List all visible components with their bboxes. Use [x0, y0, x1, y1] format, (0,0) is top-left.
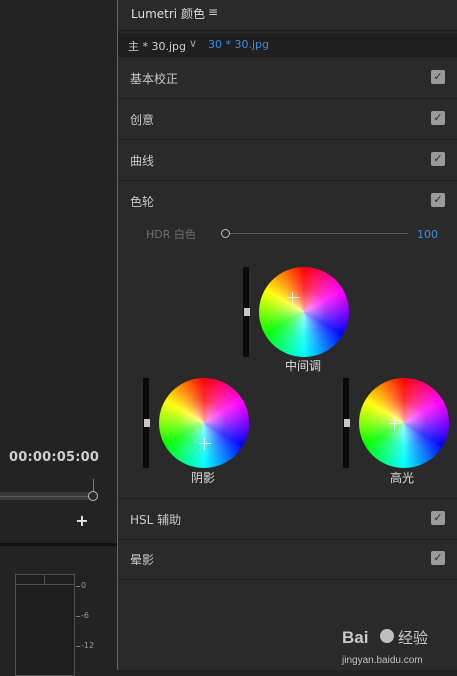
highlights-slider-handle[interactable]: [344, 419, 350, 427]
midtones-crosshair-icon[interactable]: [287, 292, 299, 304]
section-creative[interactable]: 创意 ✓: [118, 99, 457, 140]
section-color-wheels[interactable]: 色轮 ✓: [118, 181, 457, 221]
checkbox-icon[interactable]: ✓: [431, 511, 445, 525]
highlights-crosshair-icon[interactable]: [389, 418, 401, 430]
section-vignette[interactable]: 晕影 ✓: [118, 539, 457, 580]
checkbox-icon[interactable]: ✓: [431, 111, 445, 125]
lumetri-color-panel: Lumetri 颜色 ≡ 主 * 30.jpg ∨ 30 * 30.jpg 基本…: [117, 0, 457, 670]
meter-label-minus12: -12: [81, 641, 95, 650]
checkbox-icon[interactable]: ✓: [431, 193, 445, 207]
sequence-clip-tab[interactable]: 30 * 30.jpg: [208, 38, 269, 51]
checkbox-icon[interactable]: ✓: [431, 70, 445, 84]
hdr-white-slider-track[interactable]: [228, 233, 408, 234]
shadows-label: 阴影: [191, 471, 216, 485]
clip-selector-row: 主 * 30.jpg ∨ 30 * 30.jpg: [118, 33, 457, 57]
audio-meter-channel-divider: [44, 575, 45, 584]
shadows-color-wheel[interactable]: [159, 378, 249, 468]
midtones-color-wheel[interactable]: [259, 267, 349, 357]
section-label: 创意: [130, 113, 155, 127]
scrub-bar-line: [0, 496, 90, 497]
panel-header: Lumetri 颜色 ≡: [118, 0, 457, 30]
header-divider: [118, 30, 457, 31]
panel-title-tab[interactable]: Lumetri 颜色: [131, 5, 205, 22]
meter-tick: [76, 586, 80, 587]
hdr-white-value[interactable]: 100: [417, 228, 438, 241]
section-basic-correction[interactable]: 基本校正 ✓: [118, 58, 457, 99]
program-monitor-area: 00:00:05:00 + 0 -6 -12: [0, 0, 117, 676]
highlights-color-wheel[interactable]: [359, 378, 449, 468]
meter-tick: [76, 646, 80, 647]
meter-label-minus6: -6: [81, 611, 89, 620]
meter-label-0: 0: [81, 581, 87, 590]
baidu-jingyan-watermark: Bai 经验 jingyan.baidu.com: [340, 625, 457, 670]
scrub-handle[interactable]: [88, 491, 98, 501]
shadows-crosshair-icon[interactable]: [199, 438, 211, 450]
watermark-logo: Bai 经验 jingyan.baidu.com: [341, 628, 428, 666]
audio-meter-scale: 0 -6 -12: [76, 578, 116, 670]
timecode-display[interactable]: 00:00:05:00: [9, 450, 99, 465]
midtones-label: 中间调: [285, 359, 322, 373]
audio-meter-header: [16, 575, 74, 585]
highlights-label: 高光: [390, 471, 415, 485]
watermark-brand: Bai: [342, 628, 368, 647]
hdr-white-slider-handle[interactable]: [221, 229, 230, 238]
panel-divider[interactable]: [0, 543, 117, 546]
checkbox-icon[interactable]: ✓: [431, 551, 445, 565]
chevron-down-icon[interactable]: ∨: [189, 37, 197, 50]
section-label: HSL 辅助: [130, 513, 182, 527]
section-hsl-secondary[interactable]: HSL 辅助 ✓: [118, 498, 457, 540]
shadows-slider-handle[interactable]: [144, 419, 150, 427]
meter-tick: [76, 616, 80, 617]
section-label: 晕影: [130, 553, 155, 567]
section-label: 基本校正: [130, 72, 179, 86]
checkbox-icon[interactable]: ✓: [431, 152, 445, 166]
panel-menu-icon[interactable]: ≡: [208, 5, 218, 19]
paw-icon: [380, 629, 394, 643]
midtones-slider-handle[interactable]: [244, 308, 250, 316]
watermark-brand2: 经验: [398, 629, 428, 647]
watermark-url: jingyan.baidu.com: [341, 655, 423, 666]
audio-meter: [15, 574, 75, 676]
section-curves[interactable]: 曲线 ✓: [118, 140, 457, 181]
hdr-white-label: HDR 白色: [146, 228, 196, 241]
section-label: 曲线: [130, 154, 155, 168]
master-clip-tab[interactable]: 主 * 30.jpg: [128, 38, 186, 54]
add-marker-button[interactable]: +: [75, 513, 89, 529]
section-label: 色轮: [130, 195, 155, 209]
